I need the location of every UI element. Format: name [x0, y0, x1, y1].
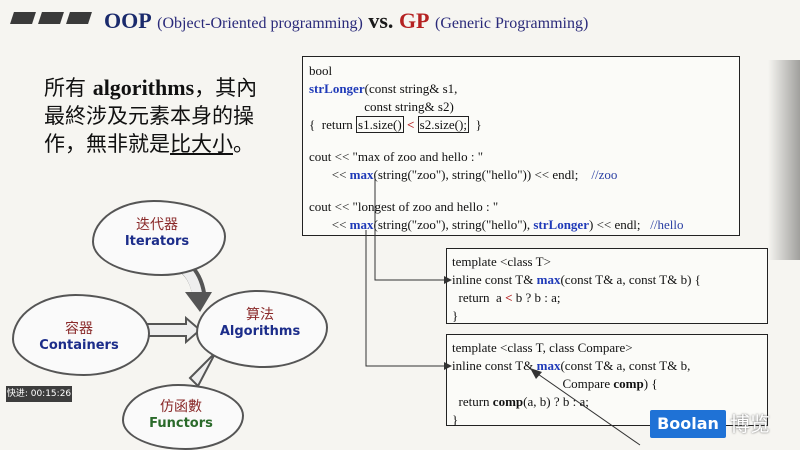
- iterators-label: 迭代器 Iterators: [92, 214, 222, 249]
- presenter-shadow: [768, 60, 800, 260]
- arrow-head: [444, 276, 452, 284]
- arrow-head: [444, 362, 452, 370]
- arrow-max-to-template2: [365, 230, 444, 367]
- containers-en: Containers: [39, 338, 119, 353]
- slide: OOP (Object-Oriented programming) vs. GP…: [0, 0, 800, 450]
- arrow-pointer: [534, 371, 641, 446]
- containers-label: 容器 Containers: [12, 318, 146, 353]
- playback-speed-badge: 快进: 00:15:26: [6, 386, 72, 402]
- logo-text: Boolan: [650, 410, 726, 438]
- arrow-max-to-template1: [374, 176, 444, 281]
- algorithms-en: Algorithms: [219, 324, 301, 339]
- containers-cn: 容器: [65, 321, 93, 337]
- functors-en: Functors: [149, 416, 213, 431]
- logo-cn-text: 博览: [730, 412, 770, 436]
- algorithms-label: 算法 Algorithms: [196, 304, 324, 339]
- iterators-en: Iterators: [124, 234, 190, 249]
- functors-label: 仿函數 Functors: [122, 396, 240, 431]
- arrow-head: [530, 368, 542, 379]
- iterators-cn: 迭代器: [136, 217, 178, 233]
- functors-cn: 仿函數: [160, 399, 202, 415]
- algorithms-cn: 算法: [246, 307, 274, 323]
- boolan-logo: Boolan 博览: [650, 410, 798, 438]
